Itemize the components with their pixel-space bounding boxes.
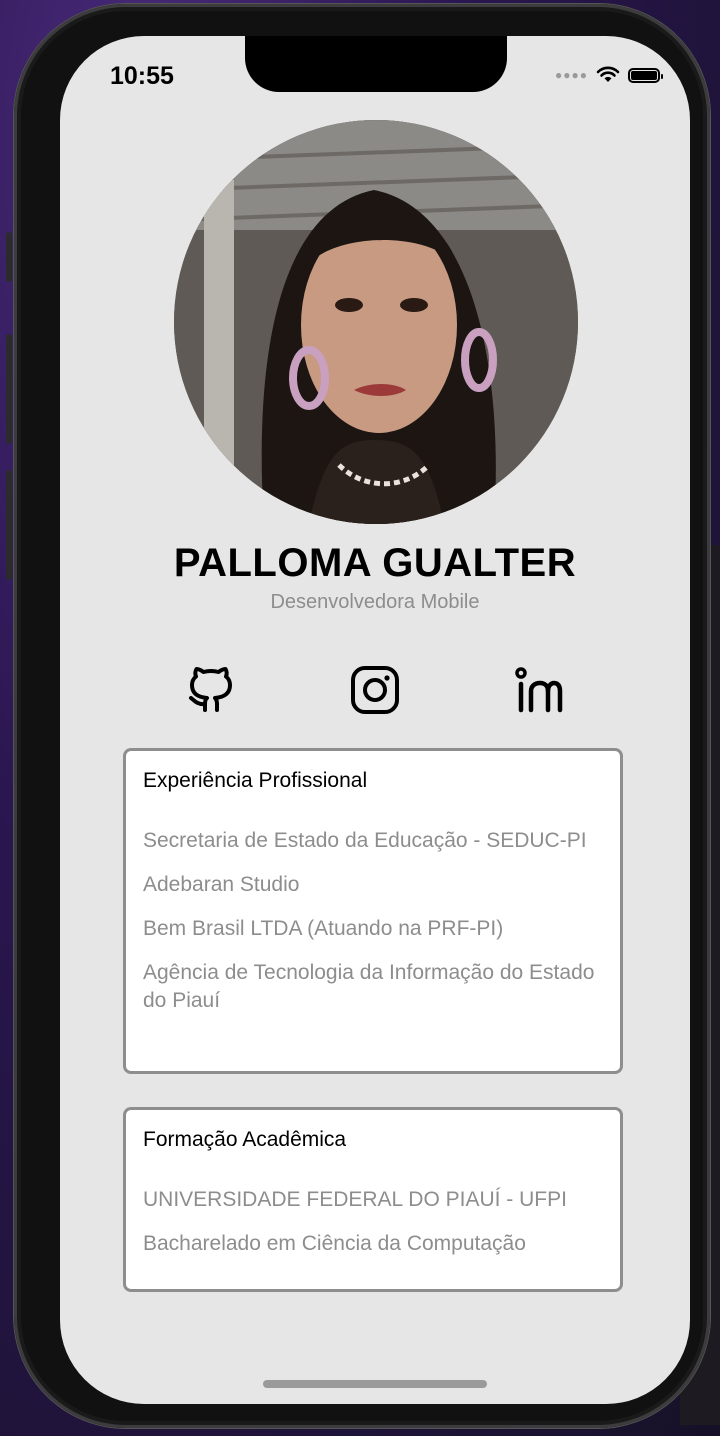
wifi-icon bbox=[596, 66, 620, 82]
volume-down-button bbox=[6, 470, 12, 580]
profile-photo bbox=[174, 120, 578, 524]
linkedin-button[interactable] bbox=[512, 664, 564, 716]
github-icon bbox=[189, 667, 232, 712]
education-title: Formação Acadêmica bbox=[143, 1128, 347, 1151]
mute-switch bbox=[6, 232, 12, 282]
education-item: Bacharelado em Ciência da Computação bbox=[143, 1232, 526, 1255]
experience-title: Experiência Profissional bbox=[143, 769, 368, 792]
notch bbox=[245, 36, 507, 92]
experience-item: Agência de Tecnologia da Informação do E… bbox=[143, 961, 595, 1012]
status-icons: ●●●● bbox=[555, 66, 663, 84]
education-list: UNIVERSIDADE FEDERAL DO PIAUÍ - UFPI Bac… bbox=[143, 1186, 603, 1274]
phone-frame: 10:55 ●●●● PALLOMA GUALTER Desenvolvedor… bbox=[6, 4, 710, 1428]
linkedin-icon bbox=[515, 667, 563, 713]
volume-up-button bbox=[6, 334, 12, 444]
experience-item: Secretaria de Estado da Educação - SEDUC… bbox=[143, 829, 587, 852]
education-card: Formação Acadêmica UNIVERSIDADE FEDERAL … bbox=[123, 1107, 623, 1292]
profile-name: PALLOMA GUALTER bbox=[173, 541, 577, 585]
education-item: UNIVERSIDADE FEDERAL DO PIAUÍ - UFPI bbox=[143, 1188, 567, 1211]
profile-role: Desenvolvedora Mobile bbox=[270, 591, 480, 613]
experience-list: Secretaria de Estado da Educação - SEDUC… bbox=[143, 827, 603, 1031]
experience-item: Bem Brasil LTDA (Atuando na PRF-PI) bbox=[143, 917, 504, 940]
home-indicator[interactable] bbox=[263, 1380, 487, 1388]
battery-icon bbox=[628, 67, 663, 83]
social-links bbox=[60, 664, 690, 716]
status-time: 10:55 bbox=[110, 62, 174, 90]
cellular-signal-icon: ●●●● bbox=[555, 68, 588, 82]
instagram-button[interactable] bbox=[349, 664, 401, 716]
instagram-icon bbox=[351, 666, 399, 714]
experience-item: Adebaran Studio bbox=[143, 873, 300, 896]
experience-card: Experiência Profissional Secretaria de E… bbox=[123, 748, 623, 1074]
app-screen: 10:55 ●●●● PALLOMA GUALTER Desenvolvedor… bbox=[60, 36, 690, 1404]
github-button[interactable] bbox=[185, 664, 237, 716]
